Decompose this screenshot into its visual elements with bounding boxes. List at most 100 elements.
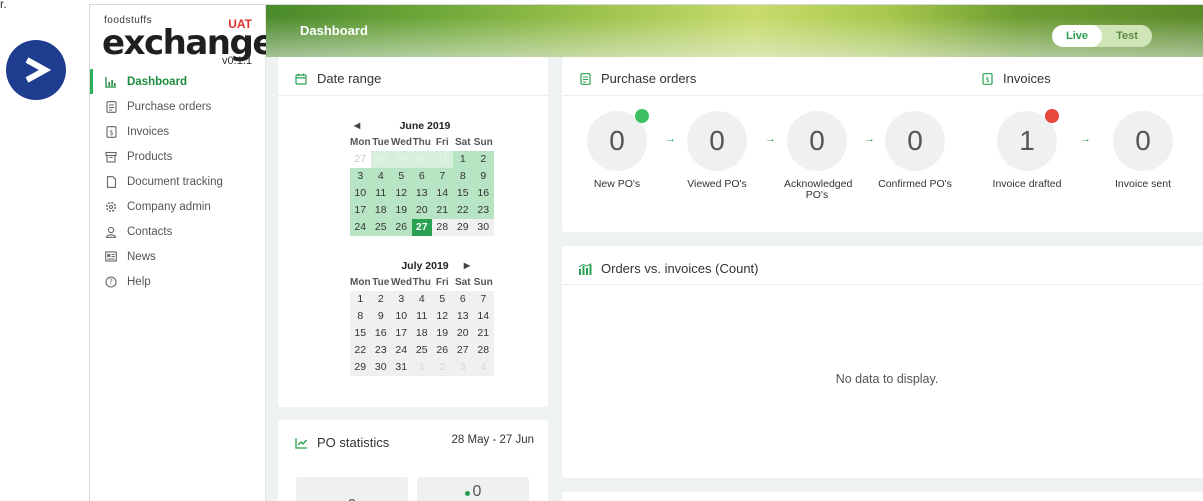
gear-icon [104,200,118,214]
calendar-day[interactable]: 9 [370,308,391,325]
calendar-day[interactable]: 15 [452,185,473,202]
app-logo[interactable]: foodstuffs UAT exchange v0.1.1 [102,13,275,69]
calendar-day[interactable]: 28 [370,151,391,168]
sidebar-item-news[interactable]: News [90,244,266,269]
calendar-day[interactable]: 25 [411,342,432,359]
calendar-day[interactable]: 17 [350,202,371,219]
prev-month-icon[interactable]: ◀ [354,117,360,135]
calendar-day[interactable]: 14 [432,185,453,202]
calendar-day[interactable]: 18 [370,202,391,219]
calendar-day[interactable]: 13 [411,185,432,202]
calendar-day[interactable]: 11 [411,308,432,325]
calendar-day[interactable]: 26 [432,342,453,359]
calendar-day[interactable]: 19 [391,202,412,219]
stat-label: New PO's [593,178,641,190]
stat-invoice-sent[interactable]: 0 Invoice sent [1088,111,1198,190]
calendar-day[interactable]: 30 [473,219,494,236]
calendar-day[interactable]: 20 [411,202,432,219]
calendar-day[interactable]: 27 [411,219,432,236]
calendar-day[interactable]: 4 [411,291,432,308]
calendar-day[interactable]: 16 [370,325,391,342]
calendar-day[interactable]: 1 [411,359,432,376]
stat-new-pos[interactable]: 0 New PO's [562,109,672,190]
calendar-day[interactable]: 28 [432,219,453,236]
environment-toggle[interactable]: Live Test [1052,25,1152,47]
calendar-day[interactable]: 20 [452,325,473,342]
calendar-day[interactable]: 29 [452,219,473,236]
calendar-day[interactable]: 1 [452,151,473,168]
calendar-day[interactable]: 26 [391,219,412,236]
calendar-day[interactable]: 31 [432,151,453,168]
stat-label: Invoice drafted [992,178,1062,190]
toggle-live[interactable]: Live [1052,25,1102,47]
sidebar-item-invoices[interactable]: $ Invoices [90,119,266,144]
sidebar-item-document-tracking[interactable]: Document tracking [90,169,266,194]
calendar-day[interactable]: 3 [452,359,473,376]
calendar-day[interactable]: 3 [391,291,412,308]
sidebar-item-help[interactable]: ? Help [90,269,266,294]
calendar-day[interactable]: 18 [411,325,432,342]
calendar-day[interactable]: 10 [391,308,412,325]
play-icon[interactable] [6,40,66,100]
sidebar-item-dashboard[interactable]: Dashboard [90,69,266,94]
calendar-day[interactable]: 14 [473,308,494,325]
stat-invoice-drafted[interactable]: 1 Invoice drafted [972,109,1082,190]
stat-circle: 0 [687,111,747,171]
calendar-day[interactable]: 6 [411,168,432,185]
calendar-day[interactable]: 16 [473,185,494,202]
next-month-icon[interactable]: ▶ [464,257,470,275]
calendar-day[interactable]: 4 [473,359,494,376]
sidebar-item-contacts[interactable]: Contacts [90,219,266,244]
toggle-test[interactable]: Test [1102,25,1152,47]
calendar-day[interactable]: 9 [473,168,494,185]
calendar-day[interactable]: 30 [411,151,432,168]
calendar-day[interactable]: 5 [391,168,412,185]
calendar-day[interactable]: 6 [452,291,473,308]
calendar-day[interactable]: 21 [432,202,453,219]
calendar-day[interactable]: 23 [370,342,391,359]
calendar-day[interactable]: 8 [350,308,371,325]
stat-acknowledged-pos[interactable]: 0 Acknowledged PO's [762,111,872,201]
calendar-day[interactable]: 17 [391,325,412,342]
calendar-day[interactable]: 12 [432,308,453,325]
calendar-day[interactable]: 15 [350,325,371,342]
calendar-day[interactable]: 3 [350,168,371,185]
calendar-day[interactable]: 29 [350,359,371,376]
calendar-day[interactable]: 8 [452,168,473,185]
calendar-day[interactable]: 4 [370,168,391,185]
calendar-day[interactable]: 2 [473,151,494,168]
calendar-day[interactable]: 24 [391,342,412,359]
calendar-day[interactable]: 23 [473,202,494,219]
calendar-day[interactable]: 27 [452,342,473,359]
calendar-day[interactable]: 19 [432,325,453,342]
sidebar-item-company-admin[interactable]: Company admin [90,194,266,219]
calendar-day[interactable]: 22 [452,202,473,219]
calendar-day[interactable]: 27 [350,151,371,168]
sidebar-item-label: Contacts [127,225,173,238]
calendar-day[interactable]: 2 [432,359,453,376]
calendar-day[interactable]: 13 [452,308,473,325]
calendar-day[interactable]: 29 [391,151,412,168]
calendar-day[interactable]: 2 [370,291,391,308]
sidebar-item-purchase-orders[interactable]: Purchase orders [90,94,266,119]
calendar-day[interactable]: 1 [350,291,371,308]
calendar-day[interactable]: 10 [350,185,371,202]
calendar-day[interactable]: 31 [391,359,412,376]
calendar-day[interactable]: 22 [350,342,371,359]
calendar-day[interactable]: 11 [370,185,391,202]
calendar-day[interactable]: 5 [432,291,453,308]
stat-confirmed-pos[interactable]: 0 Confirmed PO's [860,111,970,190]
stat-viewed-pos[interactable]: 0 Viewed PO's [662,111,772,190]
calendar-day[interactable]: 21 [473,325,494,342]
calendar-day[interactable]: 28 [473,342,494,359]
calendar-day[interactable]: 12 [391,185,412,202]
calendar-day[interactable]: 25 [370,219,391,236]
stat-circle: 1 [997,109,1059,171]
calendar-day[interactable]: 7 [473,291,494,308]
calendar-day[interactable]: 24 [350,219,371,236]
calendar-month-header: ◀ June 2019 [350,117,500,135]
sidebar-item-products[interactable]: Products [90,144,266,169]
calendar-day[interactable]: 7 [432,168,453,185]
po-statistics-range[interactable]: 28 May - 27 Jun [452,434,534,446]
calendar-day[interactable]: 30 [370,359,391,376]
